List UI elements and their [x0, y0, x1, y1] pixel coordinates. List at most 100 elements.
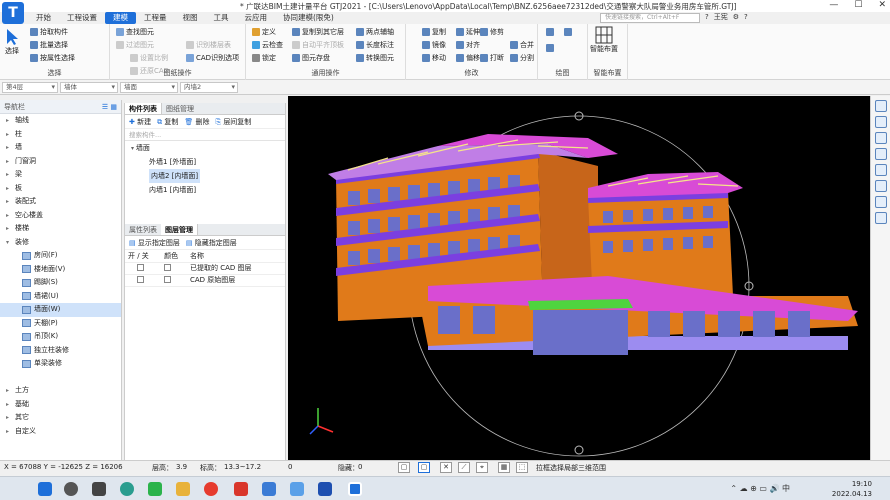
copy-button[interactable]: 复制	[422, 27, 446, 37]
view-3d-icon[interactable]	[874, 100, 887, 112]
layer-color[interactable]	[164, 263, 172, 271]
feishu-icon[interactable]	[318, 482, 332, 496]
minimize-button[interactable]: —	[829, 0, 838, 10]
extend-button[interactable]: 延伸	[456, 27, 480, 37]
clock[interactable]: 19:10 2022.04.13	[832, 479, 872, 499]
nav-item[interactable]: ▸ 板	[0, 182, 121, 196]
nav-subitem[interactable]: 单梁装修	[0, 357, 121, 371]
wps-icon[interactable]	[234, 482, 248, 496]
task-view-icon[interactable]	[92, 482, 106, 496]
find-element-button[interactable]: 查找图元	[116, 27, 154, 37]
nav-item[interactable]: ▸ 自定义	[0, 425, 121, 439]
define-button[interactable]: 定义	[252, 27, 276, 37]
auto-align-top-button[interactable]: 自动平齐顶板	[292, 40, 344, 50]
select-button[interactable]: 选择	[4, 28, 20, 56]
hide-layer-button[interactable]: ▤ 隐藏指定图层	[186, 238, 237, 248]
menu-quantity[interactable]: 工程量	[136, 12, 175, 24]
list-view-icon[interactable]: ☰ ▦	[102, 100, 117, 114]
nav-subitem[interactable]: 墙面(W)	[0, 303, 121, 317]
nav-subitem[interactable]: 独立柱装修	[0, 344, 121, 358]
layer-checkbox[interactable]	[137, 263, 144, 271]
batch-select-button[interactable]: 批量选择	[30, 40, 68, 50]
orbit-handle[interactable]	[574, 445, 584, 455]
expand-arrow-icon[interactable]: ▾	[6, 236, 12, 250]
layer-color[interactable]	[164, 275, 172, 283]
nav-subitem[interactable]: 墙裙(U)	[0, 290, 121, 304]
align-button[interactable]: 对齐	[456, 40, 480, 50]
nav-item[interactable]: ▸ 墙	[0, 141, 121, 155]
nav-subitem[interactable]: 天棚(P)	[0, 317, 121, 331]
windows-start-icon[interactable]	[38, 482, 52, 496]
menu-collab[interactable]: 协同建模(限免)	[275, 12, 342, 24]
move-button[interactable]: 移动	[422, 53, 446, 63]
tray-icons[interactable]: ⌃ ☁ ⊕ ▭ 🔊 中	[730, 483, 790, 494]
layer-checkbox[interactable]	[137, 275, 144, 283]
nav-item[interactable]: ▸ 基础	[0, 398, 121, 412]
folder-icon[interactable]	[176, 482, 190, 496]
component-item[interactable]: 外墙1 [外墙面]	[149, 155, 285, 169]
nav-item[interactable]: ▸ 轴线	[0, 114, 121, 128]
tab-layers[interactable]: 图层管理	[161, 224, 198, 235]
menu-cloud[interactable]: 云应用	[237, 12, 276, 24]
help-icon[interactable]: ?	[705, 13, 709, 21]
split-button[interactable]: 分割	[510, 53, 534, 63]
cross-select-button[interactable]: ✕	[440, 462, 452, 473]
select-by-attr-button[interactable]: 按属性选择	[30, 53, 75, 63]
new-button[interactable]: ✚ 新建	[129, 117, 151, 127]
component-item[interactable]: 内墙1 [内墙面]	[149, 183, 285, 197]
nav-subitem[interactable]: 踢脚(S)	[0, 276, 121, 290]
draw-point-button[interactable]	[546, 28, 554, 36]
gear-icon[interactable]: ⚙	[733, 13, 739, 21]
pan-icon[interactable]	[874, 196, 887, 208]
app-icon[interactable]	[262, 482, 276, 496]
maximize-button[interactable]: ☐	[854, 0, 862, 10]
line-select-button[interactable]: ⟋	[458, 462, 470, 473]
identify-floor-table-button[interactable]: 识别楼层表	[186, 40, 231, 50]
expand-arrow-icon[interactable]: ▸	[6, 398, 12, 412]
nav-item[interactable]: ▸ 其它	[0, 411, 121, 425]
expand-arrow-icon[interactable]: ▸	[6, 141, 12, 155]
expand-arrow-icon[interactable]: ▸	[6, 114, 12, 128]
expand-arrow-icon[interactable]: ▸	[6, 411, 12, 425]
cloud-check-button[interactable]: 云检查	[252, 40, 283, 50]
copy-to-floor-button[interactable]: 复制到其它层	[292, 27, 344, 37]
tab-properties[interactable]: 属性列表	[125, 224, 161, 235]
nav-item[interactable]: ▸ 楼梯	[0, 222, 121, 236]
close-button[interactable]: ✕	[878, 0, 886, 10]
expand-arrow-icon[interactable]: ▸	[6, 222, 12, 236]
length-dim-button[interactable]: 长度标注	[356, 40, 394, 50]
tab-component-list[interactable]: 构件列表	[125, 103, 162, 114]
expand-arrow-icon[interactable]: ▸	[6, 384, 12, 398]
quick-search-input[interactable]: 快速链接搜索，Ctrl+Alt+F	[600, 13, 700, 23]
expand-arrow-icon[interactable]: ▸	[6, 425, 12, 439]
search-icon[interactable]	[64, 482, 78, 496]
filter-element-button[interactable]: 过滤图元	[116, 40, 154, 50]
smart-layout-button[interactable]: 智能布置	[590, 26, 618, 54]
section-icon[interactable]	[874, 212, 887, 224]
netease-icon[interactable]	[204, 482, 218, 496]
nav-item[interactable]: ▸ 装配式	[0, 195, 121, 209]
component-search-input[interactable]: 搜索构件...	[125, 129, 285, 141]
lock-button[interactable]: 锁定	[252, 53, 276, 63]
nav-item[interactable]: ▸ 门窗洞	[0, 155, 121, 169]
convert-element-button[interactable]: 转换图元	[356, 53, 394, 63]
view-side-icon[interactable]	[874, 148, 887, 160]
rotate-icon[interactable]	[874, 180, 887, 192]
wechat-icon[interactable]	[148, 482, 162, 496]
copy-component-button[interactable]: ⧉ 复制	[157, 117, 178, 127]
view-top-icon[interactable]	[874, 116, 887, 128]
cad-options-button[interactable]: CAD识别选项	[186, 53, 239, 63]
floor-copy-button[interactable]: ⎘ 层间复制	[215, 117, 251, 127]
two-point-axis-button[interactable]: 两点辅轴	[356, 27, 394, 37]
info-icon[interactable]: ?	[744, 13, 748, 21]
3d-viewport[interactable]	[288, 96, 870, 460]
draw-rect-button[interactable]	[546, 44, 554, 52]
box-select-button[interactable]: ▢	[418, 462, 430, 473]
grid-button[interactable]: ▦	[498, 462, 510, 473]
expand-arrow-icon[interactable]: ▸	[6, 209, 12, 223]
set-scale-button[interactable]: 设置比例	[130, 53, 168, 63]
component-item-selected[interactable]: 内墙2 [内墙面]	[149, 169, 201, 183]
nav-subitem[interactable]: 楼地面(V)	[0, 263, 121, 277]
pick-component-button[interactable]: 拾取构件	[30, 27, 68, 37]
user-name[interactable]: 王宪	[714, 12, 728, 22]
